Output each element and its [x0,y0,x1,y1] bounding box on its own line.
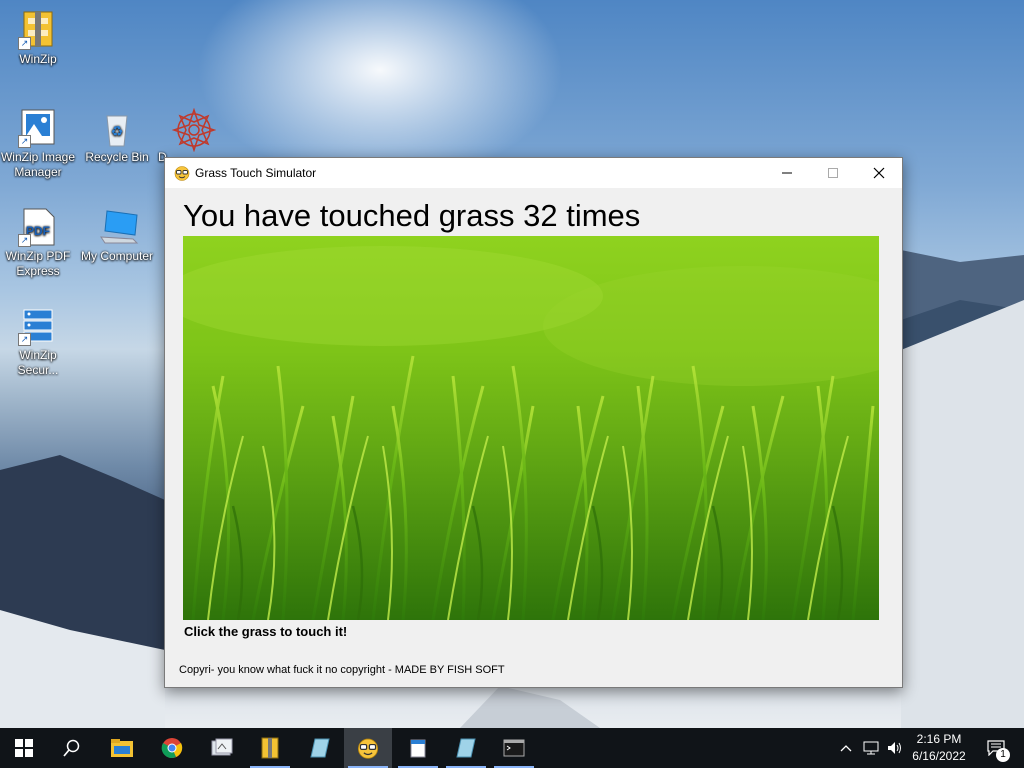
taskbar-cmd[interactable] [490,728,538,768]
winzip-icon [261,737,279,759]
taskbar-file-explorer[interactable] [98,728,146,768]
close-icon [873,167,885,179]
desktop-icon-winzip-secure[interactable]: ↗ WinZip Secur... [0,306,76,378]
shortcut-arrow-icon: ↗ [18,135,31,148]
network-icon [863,741,879,755]
start-icon [15,739,33,757]
file-explorer-icon [111,739,133,757]
chrome-icon [161,738,183,758]
grass-touch-simulator-window: Grass Touch Simulator You have touched g… [164,157,903,688]
title-bar[interactable]: Grass Touch Simulator [165,158,902,188]
window-title: Grass Touch Simulator [195,166,317,180]
desktop-icon-label: My Computer [80,249,154,263]
close-button[interactable] [856,158,902,188]
taskbar-app3[interactable] [442,728,490,768]
taskbar-app2[interactable] [296,728,344,768]
action-center-button[interactable]: 1 [976,728,1016,768]
app-icon [211,738,233,756]
taskbar-winzip[interactable] [246,728,294,768]
secure-icon: ↗ [18,306,58,346]
search-button[interactable] [48,728,96,768]
chevron-up-icon [840,745,852,752]
desktop-icon-my-computer[interactable]: My Computer [79,207,155,264]
clock-date[interactable]: 6/16/2022 [908,749,970,763]
desktop-icon-label: WinZip Secur... [17,348,59,377]
desktop-icon-label: WinZip PDF Express [5,249,71,278]
desktop-icon-label: WinZip [19,52,57,66]
volume-button[interactable] [884,728,906,768]
minimize-button[interactable] [764,158,810,188]
desktop-icon-label: WinZip Image Manager [0,150,76,179]
image-manager-icon: ↗ [18,108,58,148]
pdf-icon: PDF ↗ [18,207,58,247]
show-hidden-icons-button[interactable] [836,728,856,768]
desktop-icon-winzip[interactable]: ↗ WinZip [0,10,76,67]
notification-badge: 1 [996,748,1010,762]
start-button[interactable] [0,728,48,768]
taskbar-notepad[interactable] [394,728,442,768]
grass-picture [183,236,879,620]
network-button[interactable] [860,728,882,768]
shortcut-arrow-icon: ↗ [18,333,31,346]
maximize-icon [828,168,838,178]
winzip-icon: ↗ [18,10,58,50]
grass-image-button[interactable] [183,236,879,620]
desktop-icon-winzip-image-manager[interactable]: ↗ WinZip Image Manager [0,108,76,180]
shortcut-arrow-icon: ↗ [18,37,31,50]
volume-icon [888,742,901,754]
taskbar-chrome[interactable] [148,728,196,768]
minimize-icon [782,172,792,174]
taskbar-app[interactable] [198,728,246,768]
search-icon [63,739,80,757]
touch-counter-heading: You have touched grass 32 times [183,198,641,233]
svg-text:♻: ♻ [111,123,124,139]
taskbar: 2:16 PM 6/16/2022 1 [0,728,1024,768]
copyright-label: Copyri- you know what fuck it no copyrig… [179,664,505,676]
app3-icon [456,738,476,758]
desktop-icon-winzip-pdf-express[interactable]: PDF ↗ WinZip PDF Express [0,207,76,279]
desktop-icon-label: Recycle Bin [85,150,149,164]
instruction-label: Click the grass to touch it! [184,624,348,639]
grass-touch-simulator-icon [357,738,379,759]
shortcut-arrow-icon: ↗ [18,234,31,247]
mandala-icon [171,107,217,153]
computer-icon [97,207,139,247]
desktop-icon-recycle-bin[interactable]: ♻ Recycle Bin [79,108,155,165]
recycle-bin-icon: ♻ [97,108,137,148]
cmd-icon [503,739,525,757]
app2-icon [310,738,330,758]
taskbar-grass-touch-simulator[interactable] [344,728,392,768]
notepad-icon [410,739,426,758]
nerd-face-icon [174,166,190,181]
maximize-button[interactable] [810,158,856,188]
clock-time[interactable]: 2:16 PM [908,732,970,746]
